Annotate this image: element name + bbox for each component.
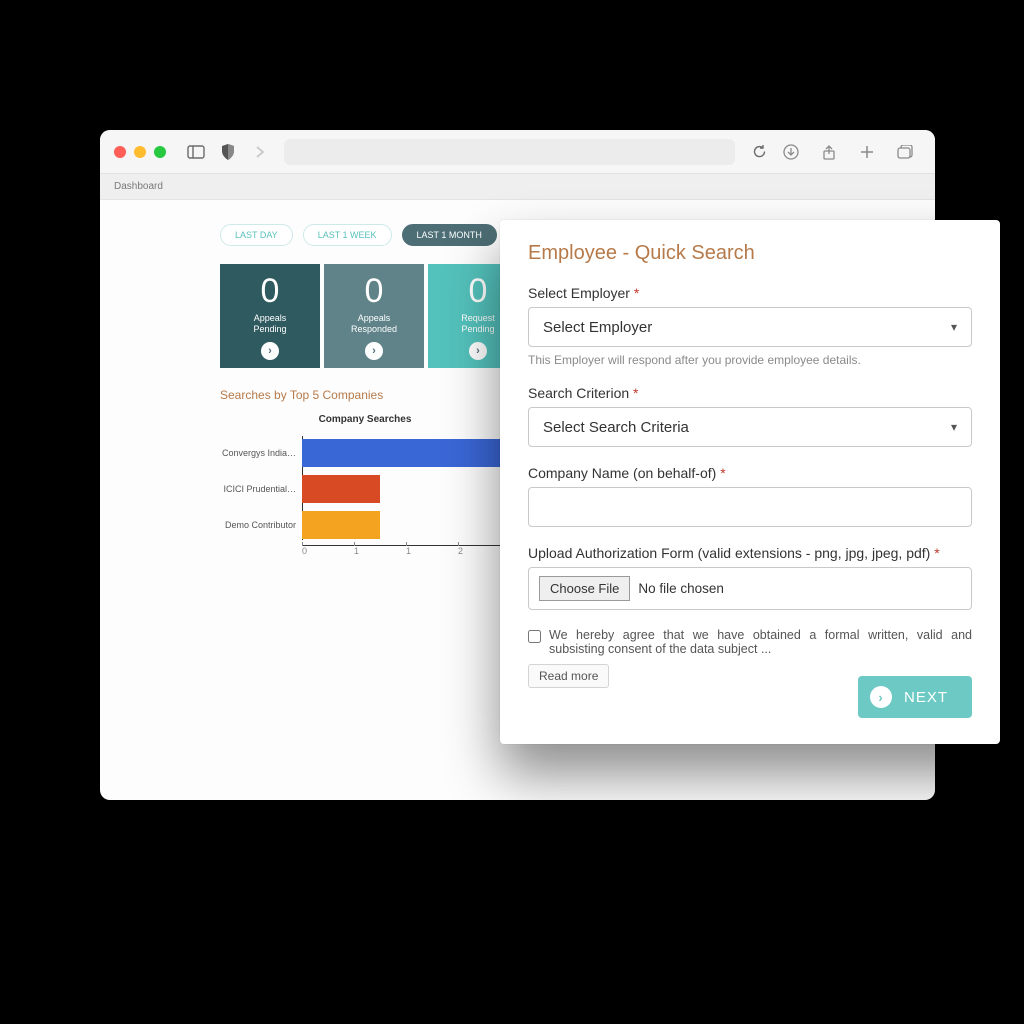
- chart-bar-row: Convergys India…: [220, 435, 510, 471]
- chart-category: Demo Contributor: [220, 520, 302, 530]
- search-criterion-value: Select Search Criteria: [543, 419, 689, 436]
- select-employer-hint: This Employer will respond after you pro…: [528, 353, 972, 367]
- select-employer-label: Select Employer *: [528, 285, 972, 301]
- quick-search-panel: Employee - Quick Search Select Employer …: [500, 220, 1000, 744]
- tab-title[interactable]: Dashboard: [114, 181, 163, 192]
- back-forward-icon[interactable]: [246, 138, 274, 166]
- company-searches-chart: Company Searches Convergys India… ICICI …: [220, 414, 510, 556]
- reload-icon[interactable]: [745, 138, 773, 166]
- company-name-input[interactable]: [528, 487, 972, 527]
- required-mark: *: [720, 465, 725, 481]
- search-criterion-label: Search Criterion *: [528, 385, 972, 401]
- stat-value: 0: [365, 272, 384, 311]
- maximize-window-button[interactable]: [154, 146, 166, 158]
- chart-tick: 0: [302, 546, 354, 556]
- address-bar[interactable]: [284, 139, 735, 165]
- chart-bar: [302, 475, 380, 503]
- next-button-label: NEXT: [904, 689, 948, 706]
- timerange-last-day[interactable]: LAST DAY: [220, 224, 293, 246]
- toolbar-right-icons: [775, 138, 921, 166]
- chart-title: Company Searches: [220, 414, 510, 425]
- company-name-label: Company Name (on behalf-of) *: [528, 465, 972, 481]
- close-window-button[interactable]: [114, 146, 126, 158]
- chevron-right-icon: ›: [870, 686, 892, 708]
- chart-bar-row: ICICI Prudential…: [220, 471, 510, 507]
- chart-bar: [302, 511, 380, 539]
- chevron-right-icon[interactable]: ›: [365, 342, 383, 360]
- traffic-lights: [114, 146, 166, 158]
- shield-icon[interactable]: [214, 138, 242, 166]
- chart-bar: [302, 439, 510, 467]
- panel-title: Employee - Quick Search: [528, 242, 972, 265]
- chart-bar-row: Demo Contributor: [220, 507, 510, 543]
- required-mark: *: [934, 545, 939, 561]
- upload-authorization-label: Upload Authorization Form (valid extensi…: [528, 545, 972, 561]
- read-more-button[interactable]: Read more: [528, 664, 609, 688]
- share-icon[interactable]: [815, 138, 843, 166]
- file-upload-box: Choose File No file chosen: [528, 567, 972, 610]
- file-status: No file chosen: [638, 581, 724, 596]
- select-employer-value: Select Employer: [543, 319, 652, 336]
- consent-checkbox[interactable]: [528, 630, 541, 643]
- choose-file-button[interactable]: Choose File: [539, 576, 630, 601]
- field-company-name: Company Name (on behalf-of) *: [528, 465, 972, 527]
- next-button[interactable]: › NEXT: [858, 676, 972, 718]
- label-text: Search Criterion: [528, 385, 629, 401]
- chevron-down-icon: ▾: [951, 320, 957, 334]
- chart-x-ticks: 0 1 1 2: [302, 546, 510, 556]
- chart-category: Convergys India…: [220, 448, 302, 458]
- tabs-overview-icon[interactable]: [891, 138, 919, 166]
- consent-text: We hereby agree that we have obtained a …: [549, 628, 972, 656]
- download-icon[interactable]: [777, 138, 805, 166]
- stat-value: 0: [261, 272, 280, 311]
- browser-toolbar: [100, 130, 935, 174]
- stat-label: Appeals Responded: [351, 313, 397, 335]
- stat-appeals-responded[interactable]: 0 Appeals Responded ›: [324, 264, 424, 368]
- stat-label: Appeals Pending: [253, 313, 286, 335]
- tab-strip: Dashboard: [100, 174, 935, 200]
- label-text: Company Name (on behalf-of): [528, 465, 716, 481]
- field-search-criterion: Search Criterion * Select Search Criteri…: [528, 385, 972, 447]
- chart-tick: 1: [406, 546, 458, 556]
- minimize-window-button[interactable]: [134, 146, 146, 158]
- new-tab-icon[interactable]: [853, 138, 881, 166]
- chart-category: ICICI Prudential…: [220, 484, 302, 494]
- consent-row: We hereby agree that we have obtained a …: [528, 628, 972, 656]
- stat-label: Request Pending: [461, 313, 495, 335]
- search-criterion-dropdown[interactable]: Select Search Criteria ▾: [528, 407, 972, 447]
- sidebar-toggle-icon[interactable]: [182, 138, 210, 166]
- stat-value: 0: [469, 272, 488, 311]
- chevron-down-icon: ▾: [951, 420, 957, 434]
- required-mark: *: [633, 385, 638, 401]
- label-text: Select Employer: [528, 285, 630, 301]
- required-mark: *: [634, 285, 639, 301]
- chart-tick: 1: [354, 546, 406, 556]
- timerange-last-week[interactable]: LAST 1 WEEK: [303, 224, 392, 246]
- field-select-employer: Select Employer * Select Employer ▾ This…: [528, 285, 972, 367]
- field-upload-authorization: Upload Authorization Form (valid extensi…: [528, 545, 972, 610]
- timerange-last-month[interactable]: LAST 1 MONTH: [402, 224, 497, 246]
- label-text: Upload Authorization Form (valid extensi…: [528, 545, 930, 561]
- chevron-right-icon[interactable]: ›: [261, 342, 279, 360]
- chevron-right-icon[interactable]: ›: [469, 342, 487, 360]
- select-employer-dropdown[interactable]: Select Employer ▾: [528, 307, 972, 347]
- stat-appeals-pending[interactable]: 0 Appeals Pending ›: [220, 264, 320, 368]
